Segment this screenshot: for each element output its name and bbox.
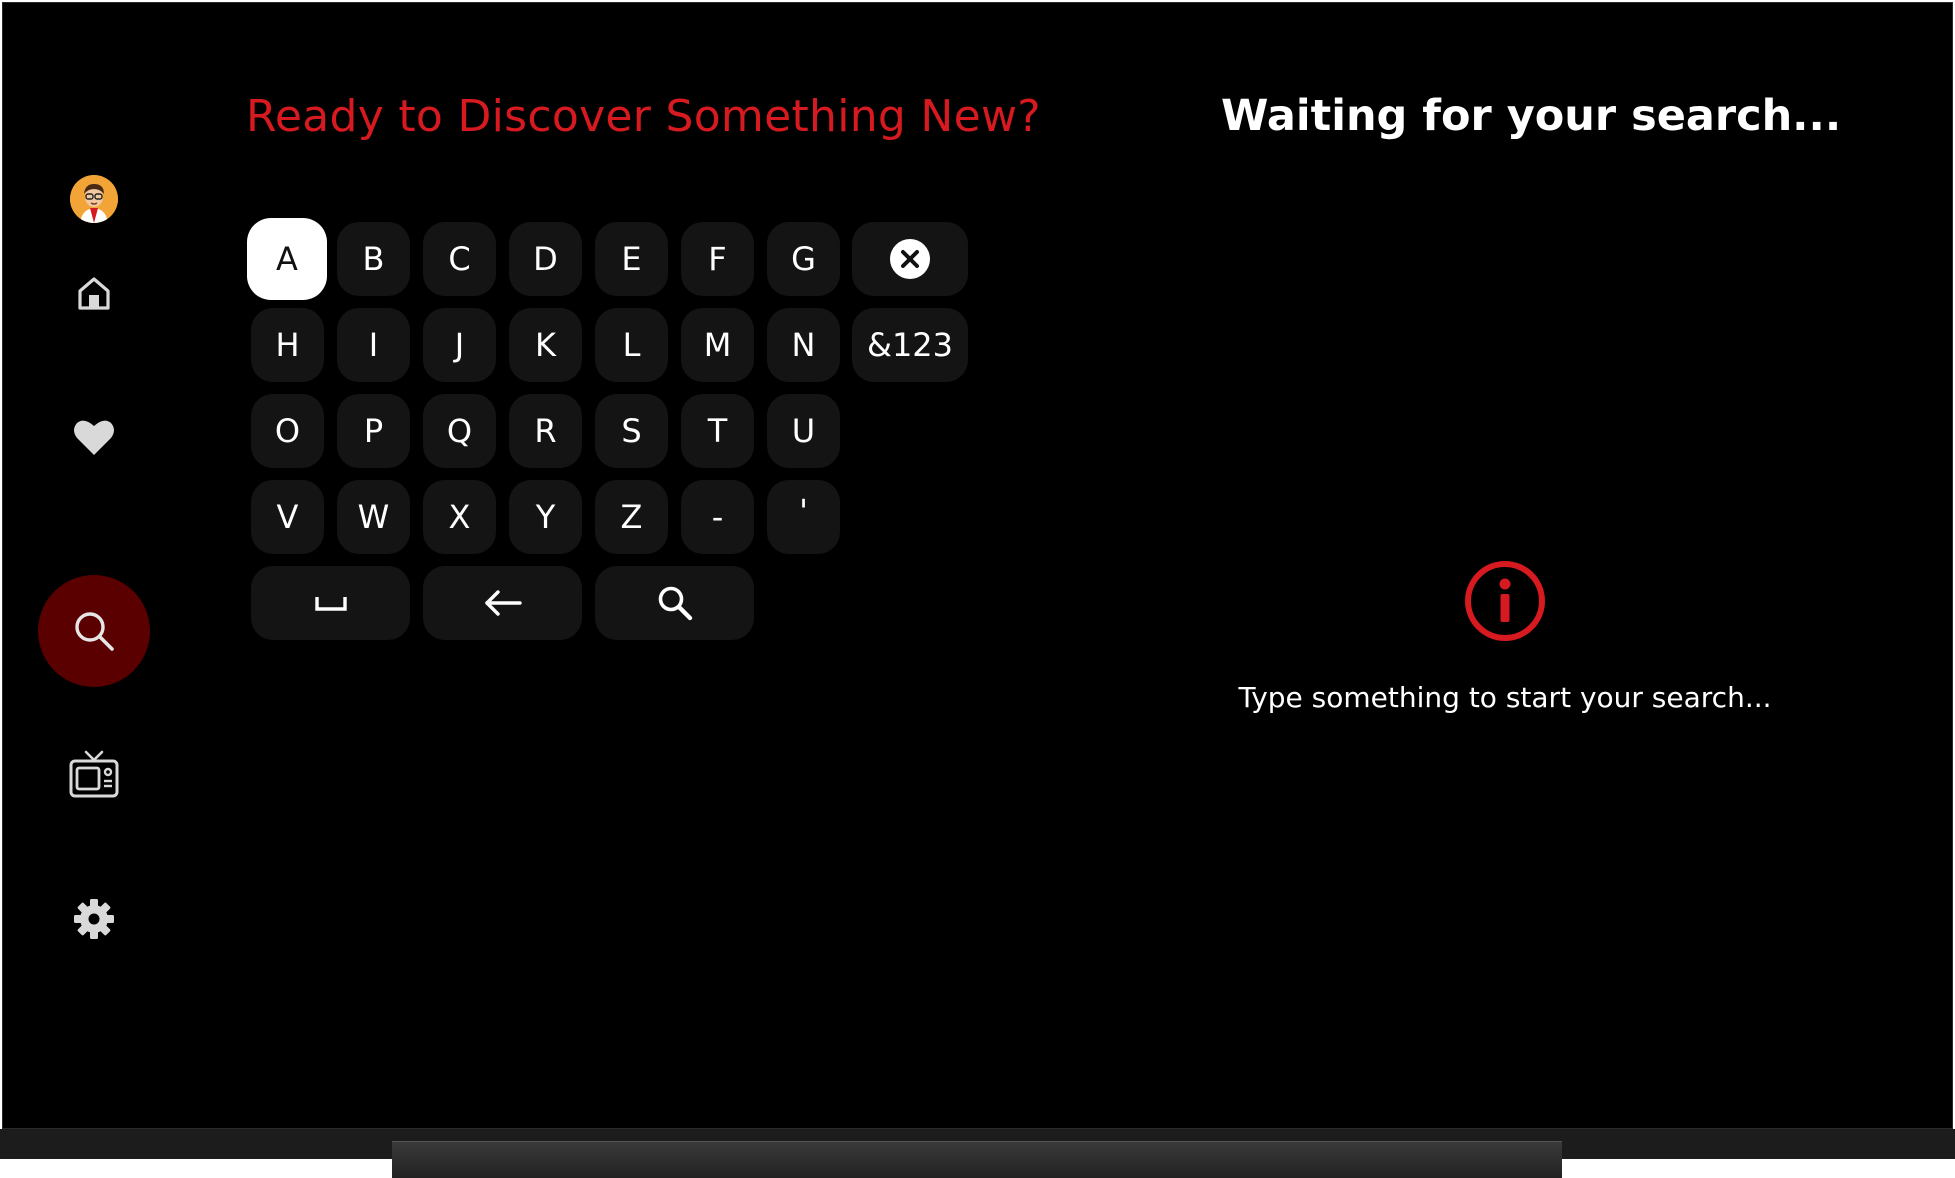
key-r[interactable]: R bbox=[509, 394, 582, 468]
results-title: Waiting for your search... bbox=[1221, 91, 1842, 141]
nav-search[interactable] bbox=[38, 575, 150, 687]
key-e[interactable]: E bbox=[595, 222, 668, 296]
search-submit-key[interactable] bbox=[595, 566, 754, 640]
key-s[interactable]: S bbox=[595, 394, 668, 468]
key-j[interactable]: J bbox=[423, 308, 496, 382]
key-b[interactable]: B bbox=[337, 222, 410, 296]
key-u[interactable]: U bbox=[767, 394, 840, 468]
info-icon bbox=[1464, 560, 1546, 642]
avatar-icon bbox=[70, 175, 118, 223]
key-hyphen[interactable]: - bbox=[681, 480, 754, 554]
search-icon bbox=[75, 612, 114, 651]
key-m[interactable]: M bbox=[681, 308, 754, 382]
page-title: Ready to Discover Something New? bbox=[246, 91, 1041, 142]
avatar[interactable] bbox=[70, 175, 118, 223]
key-y[interactable]: Y bbox=[509, 480, 582, 554]
nav-live-tv[interactable] bbox=[38, 719, 150, 831]
tv-screen: Ready to Discover Something New? A B C D… bbox=[2, 2, 1953, 1129]
tv-stand bbox=[392, 1141, 1562, 1178]
key-p[interactable]: P bbox=[337, 394, 410, 468]
gear-icon bbox=[74, 899, 114, 939]
key-z[interactable]: Z bbox=[595, 480, 668, 554]
key-i[interactable]: I bbox=[337, 308, 410, 382]
key-k[interactable]: K bbox=[509, 308, 582, 382]
key-a[interactable]: A bbox=[247, 218, 327, 300]
search-icon bbox=[658, 586, 692, 621]
key-h[interactable]: H bbox=[251, 308, 324, 382]
key-d[interactable]: D bbox=[509, 222, 582, 296]
key-w[interactable]: W bbox=[337, 480, 410, 554]
home-icon bbox=[78, 277, 110, 310]
nav-settings[interactable] bbox=[38, 863, 150, 975]
key-apostrophe[interactable]: ' bbox=[767, 480, 840, 554]
on-screen-keyboard: A B C D E F G H I J K L M N &123 O P Q R… bbox=[247, 218, 987, 648]
key-n[interactable]: N bbox=[767, 308, 840, 382]
symbols-key[interactable]: &123 bbox=[852, 308, 968, 382]
clear-button[interactable] bbox=[852, 222, 968, 296]
backspace-key[interactable] bbox=[423, 566, 582, 640]
key-t[interactable]: T bbox=[681, 394, 754, 468]
key-o[interactable]: O bbox=[251, 394, 324, 468]
close-circle-icon bbox=[890, 239, 930, 279]
empty-state-message: Type something to start your search... bbox=[1238, 681, 1772, 714]
key-g[interactable]: G bbox=[767, 222, 840, 296]
key-x[interactable]: X bbox=[423, 480, 496, 554]
heart-icon bbox=[74, 420, 114, 455]
nav-favorites[interactable] bbox=[38, 381, 150, 493]
nav-home[interactable] bbox=[38, 237, 150, 349]
tv-frame: Ready to Discover Something New? A B C D… bbox=[0, 0, 1955, 1178]
tv-icon bbox=[69, 750, 119, 798]
space-key[interactable] bbox=[251, 566, 410, 640]
key-v[interactable]: V bbox=[251, 480, 324, 554]
space-bar-icon bbox=[314, 597, 347, 611]
key-q[interactable]: Q bbox=[423, 394, 496, 468]
key-f[interactable]: F bbox=[681, 222, 754, 296]
key-c[interactable]: C bbox=[423, 222, 496, 296]
key-l[interactable]: L bbox=[595, 308, 668, 382]
arrow-left-icon bbox=[484, 590, 522, 616]
